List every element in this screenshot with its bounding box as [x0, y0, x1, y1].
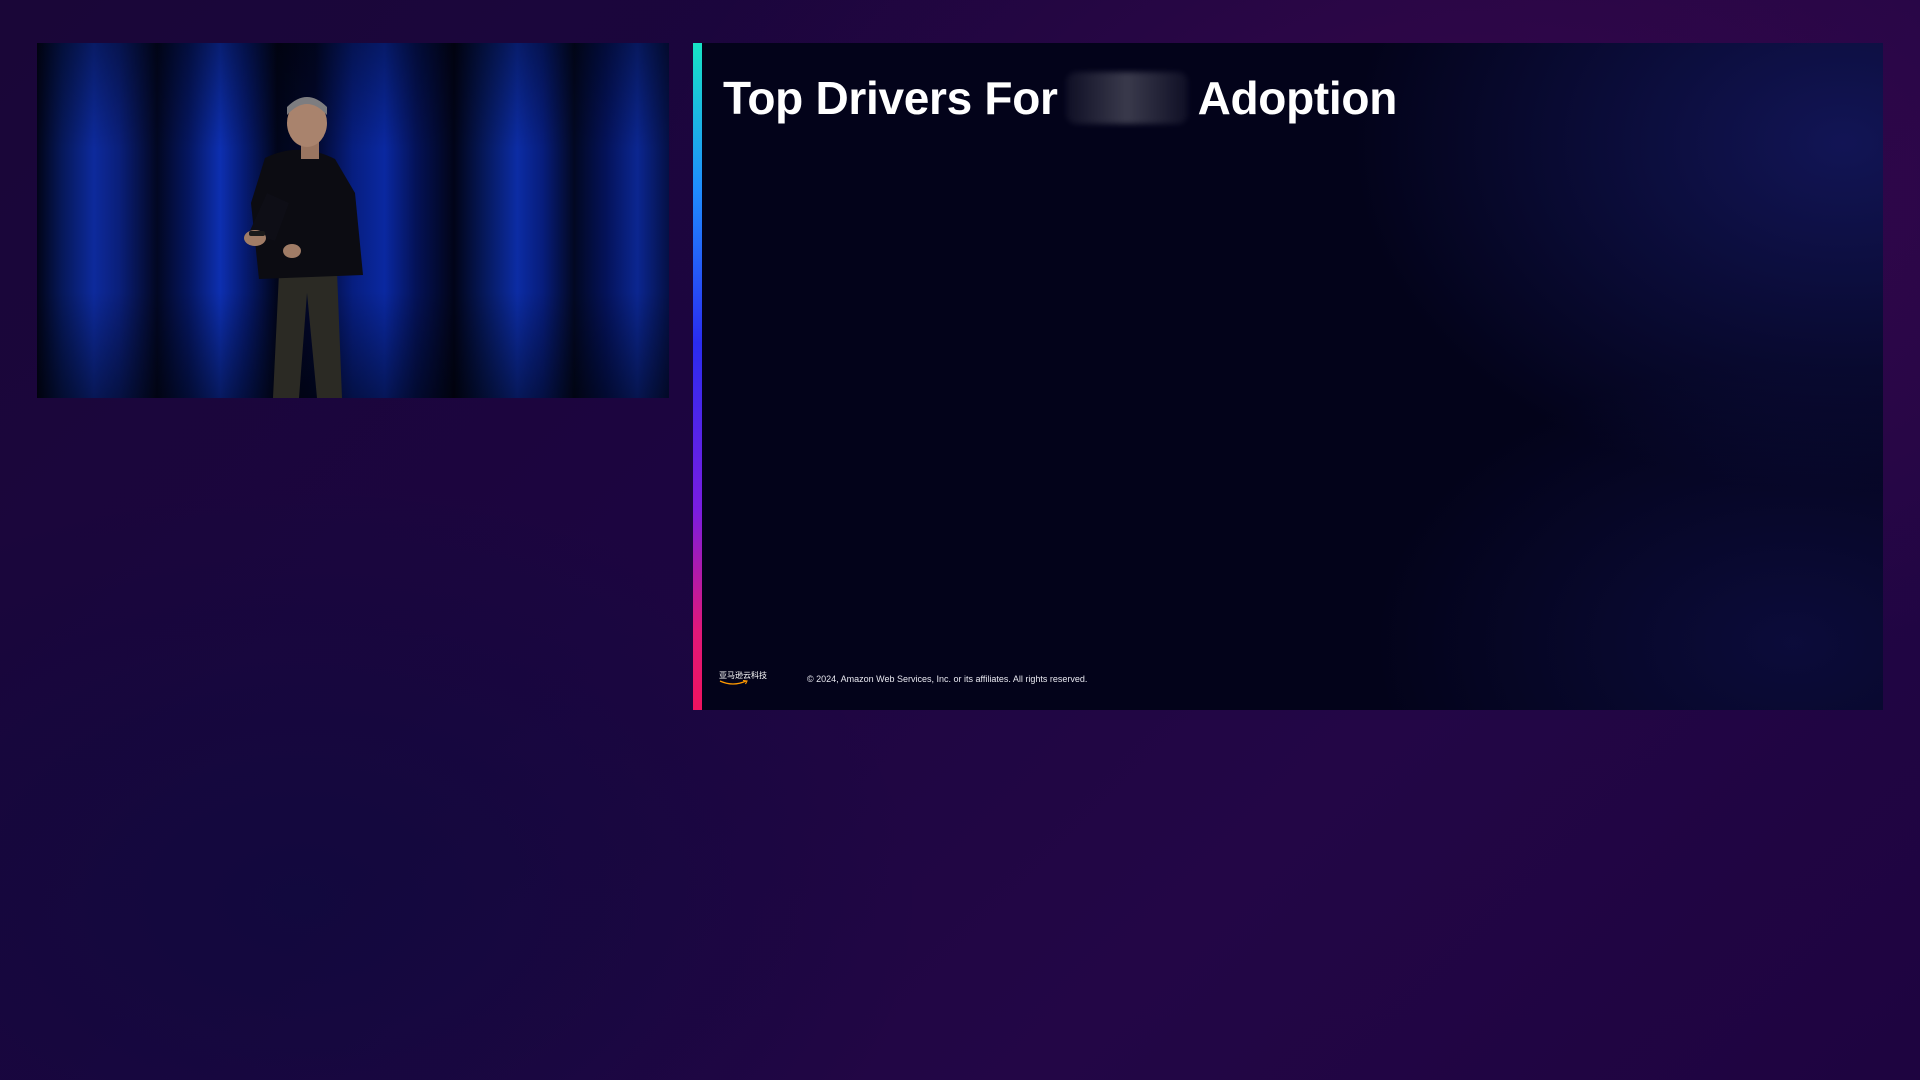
redacted-word [1065, 72, 1188, 124]
slide-title: Top Drivers For Adoption [723, 71, 1397, 125]
presenter-icon [244, 97, 363, 398]
copyright-notice: © 2024, Amazon Web Services, Inc. or its… [807, 673, 1088, 684]
slide-footer: 亚马逊云科技 © 2024, Amazon Web Services, Inc.… [719, 671, 1087, 686]
smile-arrow-icon [719, 680, 748, 685]
slide-accent-bar [693, 43, 702, 710]
aws-logo: 亚马逊云科技 [719, 671, 767, 686]
slide-title-prefix: Top Drivers For [723, 72, 1058, 124]
speaker-video-feed [37, 43, 669, 398]
slide-title-suffix: Adoption [1197, 72, 1398, 124]
aws-logo-text: 亚马逊云科技 [719, 671, 767, 680]
presentation-slide: Top Drivers For Adoption 亚马逊云科技 © 2024, … [693, 43, 1883, 710]
